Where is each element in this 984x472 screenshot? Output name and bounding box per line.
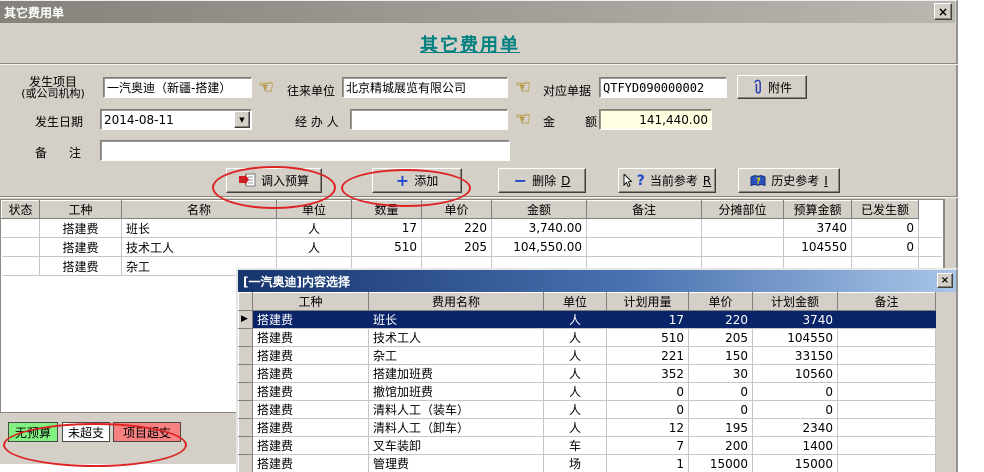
delete-label: 删除: [532, 172, 556, 189]
row-selector[interactable]: [239, 383, 253, 401]
dialog-close-button[interactable]: ×: [937, 273, 953, 288]
load-budget-icon: [239, 173, 256, 188]
screen: 其它费用单 × 其它费用单 发生项目 (或公司机构) ☜ 往来单位 ☜ 对应单据…: [0, 0, 984, 472]
add-label: 添加: [414, 172, 438, 189]
window-titlebar: 其它费用单: [0, 1, 955, 23]
expense-column-header[interactable]: 状态: [2, 201, 40, 219]
budget-column-header[interactable]: 单价: [689, 293, 753, 311]
remark-label: 备 注: [35, 144, 81, 161]
window-close-button[interactable]: ×: [934, 3, 952, 20]
close-icon: ×: [941, 275, 949, 286]
budget-column-header[interactable]: 备注: [838, 293, 936, 311]
expense-column-header[interactable]: 数量: [352, 201, 422, 219]
legend-within-budget: 未超支: [62, 422, 110, 442]
expense-column-header[interactable]: 预算金额: [784, 201, 852, 219]
load-budget-label: 调入预算: [261, 172, 309, 189]
minus-icon: −: [514, 174, 527, 188]
budget-items-table: 工种费用名称单位计划用量单价计划金额备注 搭建费 班长 人 17 220 374…: [238, 292, 936, 472]
row-selector[interactable]: [239, 437, 253, 455]
svg-text:?: ?: [756, 176, 761, 185]
dialog-titlebar: [一汽奥迪]内容选择: [238, 270, 956, 292]
attachment-button[interactable]: 附件: [737, 75, 807, 99]
legend-over-budget: 项目超支: [113, 422, 181, 442]
date-input[interactable]: [100, 109, 252, 130]
row-selector[interactable]: [239, 311, 253, 329]
history-ref-button[interactable]: ? 历史参考I: [738, 168, 840, 193]
expense-table-header-row: 状态工种名称单位数量单价金额备注分摊部位预算金额已发生额: [2, 201, 942, 219]
row-selector[interactable]: [239, 365, 253, 383]
row-selector[interactable]: [239, 401, 253, 419]
cursor-icon: [623, 174, 632, 187]
date-label: 发生日期: [35, 113, 83, 130]
budget-table-row[interactable]: 搭建费 技术工人 人 510 205 104550: [239, 329, 936, 347]
current-ref-button[interactable]: ? 当前参考R: [618, 168, 716, 193]
dialog-title: [一汽奥迪]内容选择: [243, 273, 350, 290]
budget-table-row[interactable]: 搭建费 清料人工（装车） 人 0 0 0: [239, 401, 936, 419]
row-selector[interactable]: [239, 329, 253, 347]
page-title: 其它费用单: [0, 31, 940, 57]
row-selector-header: [239, 293, 253, 311]
separator-top: [0, 63, 958, 65]
expense-column-header[interactable]: 名称: [122, 201, 277, 219]
budget-table-row[interactable]: 搭建费 管理费 场 1 15000 15000: [239, 455, 936, 472]
current-ref-label: 当前参考: [650, 172, 698, 189]
paperclip-icon: [752, 79, 763, 95]
handler-label: 经 办 人: [295, 113, 339, 130]
load-budget-button[interactable]: 调入预算: [226, 168, 322, 193]
row-selector[interactable]: [239, 455, 253, 472]
expense-column-header[interactable]: 分摊部位: [702, 201, 784, 219]
doc-no-input[interactable]: [599, 77, 727, 98]
doc-no-label: 对应单据: [543, 82, 591, 99]
project-label: 发生项目 (或公司机构): [4, 77, 102, 99]
delete-button[interactable]: − 删除D: [498, 168, 586, 193]
handler-input[interactable]: [350, 109, 508, 130]
amount-input[interactable]: [599, 109, 712, 130]
date-dropdown-button[interactable]: ▼: [234, 111, 250, 128]
counterpart-input[interactable]: [342, 77, 508, 98]
question-icon: ?: [637, 173, 645, 189]
budget-table-row[interactable]: 搭建费 叉车装卸 车 7 200 1400: [239, 437, 936, 455]
budget-table-header-row: 工种费用名称单位计划用量单价计划金额备注: [239, 293, 936, 311]
counterpart-picker-hand-icon[interactable]: ☜: [515, 79, 531, 95]
history-ref-label: 历史参考: [771, 172, 819, 189]
budget-table-row[interactable]: 搭建费 班长 人 17 220 3740: [239, 311, 936, 329]
expense-column-header[interactable]: 单位: [277, 201, 352, 219]
expense-table-row[interactable]: 搭建费 班长 人 17 220 3,740.00 3740 0: [2, 219, 942, 238]
row-selector[interactable]: [239, 419, 253, 437]
close-icon: ×: [938, 5, 948, 19]
expense-column-header[interactable]: 已发生额: [852, 201, 919, 219]
legend-no-budget: 无预算: [8, 422, 58, 442]
budget-column-header[interactable]: 计划用量: [607, 293, 689, 311]
expense-column-filler: [919, 201, 942, 219]
expense-column-header[interactable]: 备注: [587, 201, 702, 219]
budget-column-header[interactable]: 工种: [253, 293, 369, 311]
budget-table-row[interactable]: 搭建费 杂工 人 221 150 33150: [239, 347, 936, 365]
budget-table-row[interactable]: 搭建费 撤馆加班费 人 0 0 0: [239, 383, 936, 401]
expense-table: 状态工种名称单位数量单价金额备注分摊部位预算金额已发生额 搭建费 班长 人 17…: [1, 200, 942, 276]
window-title: 其它费用单: [4, 4, 64, 21]
amount-label: 金 额: [543, 113, 597, 130]
plus-icon: +: [396, 174, 409, 188]
add-button[interactable]: + 添加: [372, 168, 462, 193]
budget-column-header[interactable]: 费用名称: [369, 293, 544, 311]
budget-column-header[interactable]: 计划金额: [753, 293, 838, 311]
chevron-down-icon: ▼: [239, 116, 244, 124]
remark-input[interactable]: [100, 140, 510, 161]
expense-column-header[interactable]: 单价: [422, 201, 492, 219]
row-selector[interactable]: [239, 347, 253, 365]
budget-column-header[interactable]: 单位: [544, 293, 607, 311]
budget-table-row[interactable]: 搭建费 清料人工（卸车） 人 12 195 2340: [239, 419, 936, 437]
expense-column-header[interactable]: 金额: [492, 201, 587, 219]
expense-table-row[interactable]: 搭建费 技术工人 人 510 205 104,550.00 104550 0: [2, 238, 942, 257]
expense-column-header[interactable]: 工种: [40, 201, 122, 219]
counterpart-label: 往来单位: [287, 82, 335, 99]
attachment-label: 附件: [768, 79, 792, 96]
project-picker-hand-icon[interactable]: ☜: [258, 79, 274, 95]
separator-bottom: [0, 196, 958, 198]
budget-table-row[interactable]: 搭建费 搭建加班费 人 352 30 10560: [239, 365, 936, 383]
project-input[interactable]: [103, 77, 252, 98]
handler-picker-hand-icon[interactable]: ☜: [515, 111, 531, 127]
content-select-dialog: [一汽奥迪]内容选择 × 工种费用名称单位计划用量单价计划金额备注 搭建费: [236, 268, 958, 472]
book-icon: ?: [750, 174, 766, 188]
